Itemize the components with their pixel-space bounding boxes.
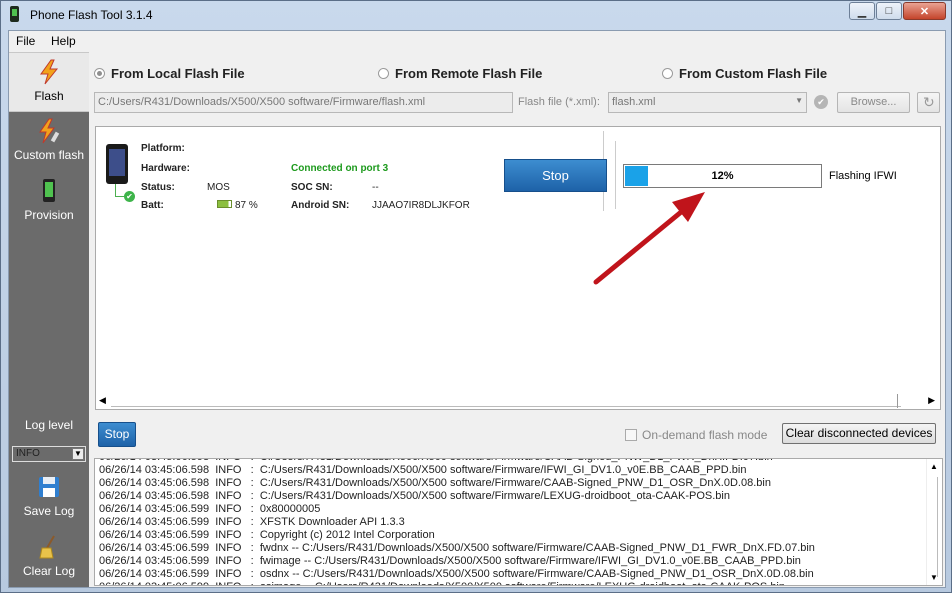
save-log-label: Save Log bbox=[23, 504, 75, 518]
battery-label: Batt: bbox=[141, 200, 164, 211]
status-value: MOS bbox=[207, 182, 230, 193]
log-line: 06/26/14 03:45:06.599 INFO : 0x80000005 bbox=[99, 503, 321, 515]
android-sn-value: JJAAO7IR8DLJKFOR bbox=[372, 200, 470, 211]
radio-custom-flash-file[interactable]: From Custom Flash File bbox=[662, 66, 827, 81]
phone-device-icon bbox=[106, 144, 128, 184]
scroll-left-icon[interactable]: ◀ bbox=[99, 395, 106, 406]
log-line: 06/26/14 03:45:06.599 INFO : fwdnx -- C:… bbox=[99, 542, 815, 554]
flash-file-label: Flash file (*.xml): bbox=[518, 96, 600, 108]
minimize-button[interactable]: ▁ bbox=[849, 2, 875, 20]
radio-remote-flash-file[interactable]: From Remote Flash File bbox=[378, 66, 542, 81]
device-stop-button[interactable]: Stop bbox=[504, 159, 607, 192]
sidebar-item-label: Flash bbox=[34, 89, 64, 103]
log-line: 06/26/14 03:45:06.599 INFO : osimage -- … bbox=[99, 581, 919, 585]
scroll-right-icon[interactable]: ▶ bbox=[928, 395, 935, 406]
log-line: 06/26/14 03:45:06.598 INFO : C:/Users/R4… bbox=[99, 477, 771, 489]
log-line: 06/26/14 03:45:06.599 INFO : Copyright (… bbox=[99, 529, 435, 541]
radio-remote-label: From Remote Flash File bbox=[395, 66, 543, 81]
log-line: 06/26/14 03:45:06.599 INFO : osdnx -- C:… bbox=[99, 568, 814, 580]
radio-unselected-icon bbox=[662, 68, 673, 79]
flash-file-path-input[interactable]: C:/Users/R431/Downloads/X500/X500 softwa… bbox=[94, 92, 513, 113]
connected-check-icon: ✔ bbox=[124, 191, 135, 202]
status-label: Status: bbox=[141, 182, 175, 193]
stop-all-button[interactable]: Stop bbox=[98, 422, 136, 447]
sidebar: Flash Custom flash Provision Log level I… bbox=[9, 52, 89, 587]
menu-file[interactable]: File bbox=[16, 34, 35, 48]
scroll-up-icon[interactable]: ▲ bbox=[930, 462, 938, 471]
on-demand-label: On-demand flash mode bbox=[642, 428, 768, 442]
progress-percent: 12% bbox=[711, 170, 734, 182]
flash-file-value: flash.xml bbox=[612, 96, 656, 108]
scroll-thumb[interactable] bbox=[897, 394, 898, 408]
log-line: 06/26/14 03:45:06.599 INFO : XFSTK Downl… bbox=[99, 516, 405, 528]
device-list: ✔ Platform: Hardware: Connected on port … bbox=[95, 126, 941, 410]
log-level-label: Log level bbox=[24, 418, 74, 432]
android-sn-label: Android SN: bbox=[291, 200, 350, 211]
client-area: File Help Flash Custom flash Provision L… bbox=[8, 30, 946, 588]
battery-value: 87 % bbox=[235, 200, 258, 211]
chevron-down-icon: ▼ bbox=[795, 96, 803, 105]
provision-icon bbox=[43, 179, 55, 202]
radio-local-flash-file[interactable]: From Local Flash File bbox=[94, 66, 245, 81]
log-line: 06/26/14 03:45:06.599 INFO : fwimage -- … bbox=[99, 555, 801, 567]
menu-bar: File Help bbox=[9, 31, 945, 51]
log-output[interactable]: 06/26/14 03:45:06.598 INFO : C:/Users/R4… bbox=[94, 458, 943, 586]
radio-custom-label: From Custom Flash File bbox=[679, 66, 828, 81]
horizontal-scrollbar[interactable]: ◀ ▶ bbox=[97, 394, 939, 409]
flash-bolt-icon bbox=[40, 59, 59, 85]
close-button[interactable]: ✕ bbox=[903, 2, 946, 20]
radio-unselected-icon bbox=[378, 68, 389, 79]
progress-status: Flashing IFWI bbox=[829, 170, 897, 182]
phone-app-icon bbox=[10, 6, 19, 22]
vertical-scrollbar[interactable]: ▲ ▼ bbox=[926, 459, 942, 585]
platform-label: Platform: bbox=[141, 143, 185, 154]
log-level-select[interactable]: INFO ▼ bbox=[12, 446, 86, 462]
on-demand-flash-checkbox[interactable]: On-demand flash mode bbox=[625, 428, 767, 442]
sidebar-item-label: Provision bbox=[24, 208, 74, 222]
soc-sn-label: SOC SN: bbox=[291, 182, 333, 193]
log-line: 06/26/14 03:45:06.598 INFO : C:/Users/R4… bbox=[99, 490, 730, 502]
divider bbox=[615, 141, 616, 209]
chevron-down-icon: ▼ bbox=[72, 448, 84, 460]
main-panel: From Local Flash File From Remote Flash … bbox=[90, 52, 945, 587]
broom-icon bbox=[39, 535, 55, 559]
flash-progress-bar: 12% bbox=[623, 164, 822, 188]
hardware-label: Hardware: bbox=[141, 163, 190, 174]
radio-local-label: From Local Flash File bbox=[111, 66, 245, 81]
scroll-thumb[interactable] bbox=[937, 477, 938, 577]
connection-status: Connected on port 3 bbox=[291, 163, 389, 174]
checkbox-icon bbox=[625, 429, 637, 441]
menu-help[interactable]: Help bbox=[51, 34, 76, 48]
flash-file-select[interactable]: flash.xml ▼ bbox=[608, 92, 807, 113]
window-controls: ▁ □ ✕ bbox=[848, 2, 946, 20]
sidebar-item-provision[interactable]: Provision bbox=[9, 172, 89, 232]
maximize-button[interactable]: □ bbox=[876, 2, 902, 20]
scroll-down-icon[interactable]: ▼ bbox=[930, 573, 938, 582]
battery-icon bbox=[217, 200, 232, 208]
sidebar-item-custom-flash[interactable]: Custom flash bbox=[9, 112, 89, 172]
soc-sn-value: -- bbox=[372, 182, 379, 193]
clear-log-button[interactable]: Clear Log bbox=[9, 528, 89, 587]
clear-disconnected-button[interactable]: Clear disconnected devices bbox=[782, 423, 936, 444]
browse-button[interactable]: Browse... bbox=[837, 92, 910, 113]
window-title: Phone Flash Tool 3.1.4 bbox=[30, 8, 153, 22]
scroll-track[interactable] bbox=[111, 396, 901, 407]
app-window: Phone Flash Tool 3.1.4 ▁ □ ✕ File Help F… bbox=[0, 0, 952, 593]
log-line: 06/26/14 03:45:06.598 INFO : C:/Users/R4… bbox=[99, 464, 747, 476]
clear-log-label: Clear Log bbox=[22, 564, 76, 578]
radio-selected-icon bbox=[94, 68, 105, 79]
title-bar[interactable]: Phone Flash Tool 3.1.4 ▁ □ ✕ bbox=[1, 1, 951, 29]
floppy-disk-icon bbox=[39, 477, 59, 497]
save-log-button[interactable]: Save Log bbox=[9, 468, 89, 528]
log-lines: 06/26/14 03:45:06.598 INFO : C:/Users/R4… bbox=[99, 459, 919, 585]
log-level-value: INFO bbox=[16, 448, 40, 459]
custom-flash-icon bbox=[39, 118, 60, 144]
refresh-button[interactable] bbox=[917, 92, 940, 113]
sidebar-item-flash[interactable]: Flash bbox=[9, 52, 89, 112]
checkmark-icon: ✔ bbox=[814, 95, 828, 109]
sidebar-item-label: Custom flash bbox=[13, 148, 85, 162]
